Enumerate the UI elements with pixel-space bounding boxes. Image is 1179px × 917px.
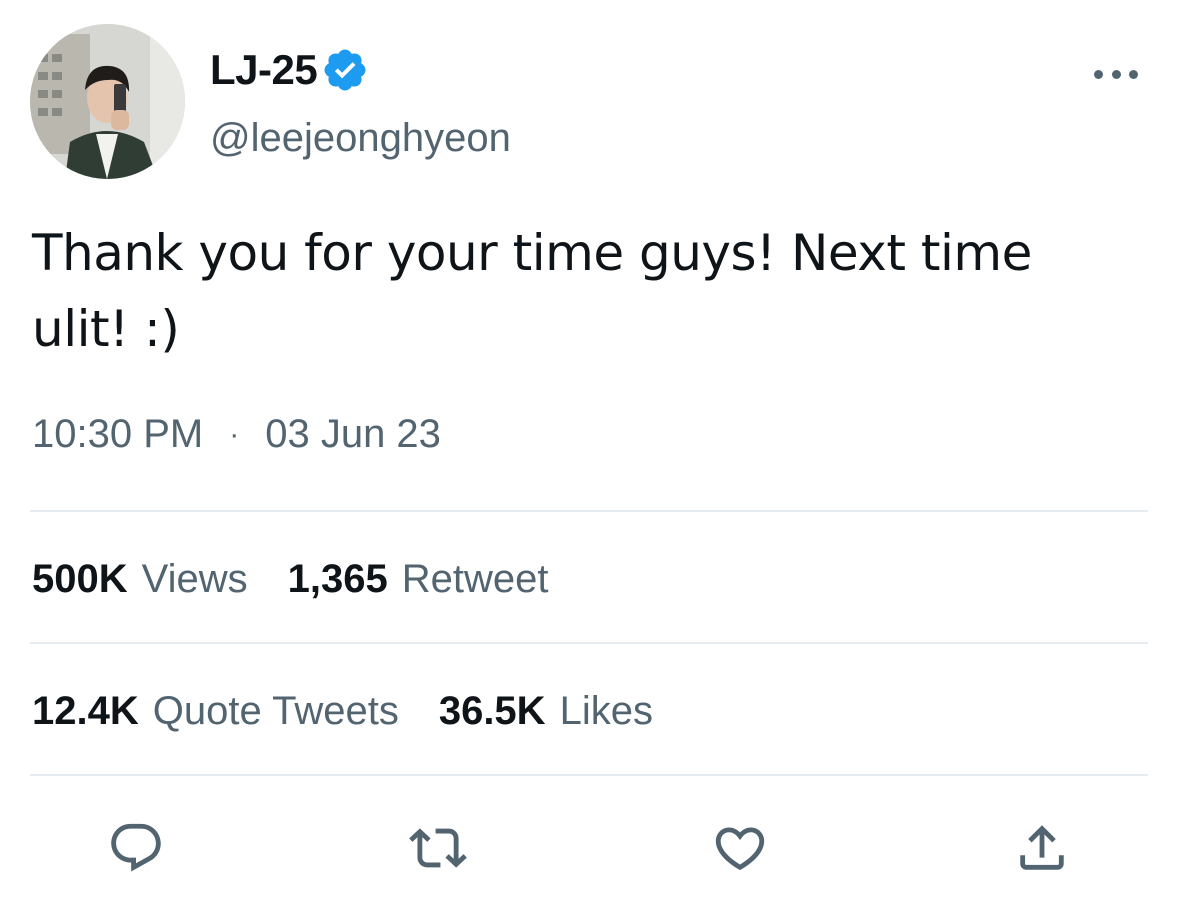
views-stat[interactable]: 500K Views (32, 557, 248, 602)
retweet-count: 1,365 (287, 557, 388, 601)
heart-icon (715, 827, 765, 871)
retweet-stat[interactable]: 1,365 Retweet (288, 557, 549, 602)
share-icon (1020, 825, 1064, 870)
divider (30, 510, 1148, 512)
tweet-time[interactable]: 10:30 PM (32, 412, 203, 457)
reply-icon (111, 823, 161, 872)
likes-stat[interactable]: 36.5K Likes (439, 689, 653, 734)
quote-label: Quote Tweets (152, 689, 399, 733)
user-handle[interactable]: @leejeonghyeon (210, 116, 511, 161)
more-dot (1111, 69, 1121, 79)
retweet-icon (409, 828, 467, 868)
retweet-label: Retweet (401, 557, 549, 601)
stats-row-views: 500K Views 1,365 Retweet (32, 557, 588, 602)
more-dot (1094, 69, 1103, 79)
tweet-detail: LJ-25 @leejeonghyeon Thank you for your … (0, 0, 1179, 917)
stats-row-engagement: 12.4K Quote Tweets 36.5K Likes (32, 689, 693, 734)
quote-count: 12.4K (32, 689, 139, 733)
tweet-text: Thank you for your time guys! Next time … (32, 215, 1142, 367)
views-label: Views (141, 557, 248, 601)
avatar-image (30, 24, 185, 179)
display-name[interactable]: LJ-25 (210, 46, 318, 94)
tweet-text-line: Thank you for your time guys! Next time (32, 224, 1032, 282)
divider (30, 774, 1148, 776)
more-horizontal-icon[interactable] (1094, 62, 1138, 86)
quote-tweets-stat[interactable]: 12.4K Quote Tweets (32, 689, 399, 734)
avatar[interactable] (30, 24, 185, 179)
tweet-timestamp: 10:30 PM · 03 Jun 23 (32, 412, 441, 457)
likes-label: Likes (559, 689, 653, 733)
tweet-date[interactable]: 03 Jun 23 (265, 412, 441, 457)
verified-badge-icon (321, 46, 369, 94)
likes-count: 36.5K (438, 689, 546, 733)
reply-button[interactable] (106, 818, 166, 878)
user-name-row[interactable]: LJ-25 (210, 44, 369, 96)
views-count: 500K (32, 557, 128, 601)
share-button[interactable] (1012, 818, 1072, 878)
separator-dot: · (229, 417, 240, 451)
divider (30, 642, 1148, 644)
more-dot (1129, 69, 1138, 79)
like-button[interactable] (710, 818, 770, 878)
tweet-text-line: ulit! :) (32, 300, 180, 358)
retweet-button[interactable] (408, 818, 468, 878)
